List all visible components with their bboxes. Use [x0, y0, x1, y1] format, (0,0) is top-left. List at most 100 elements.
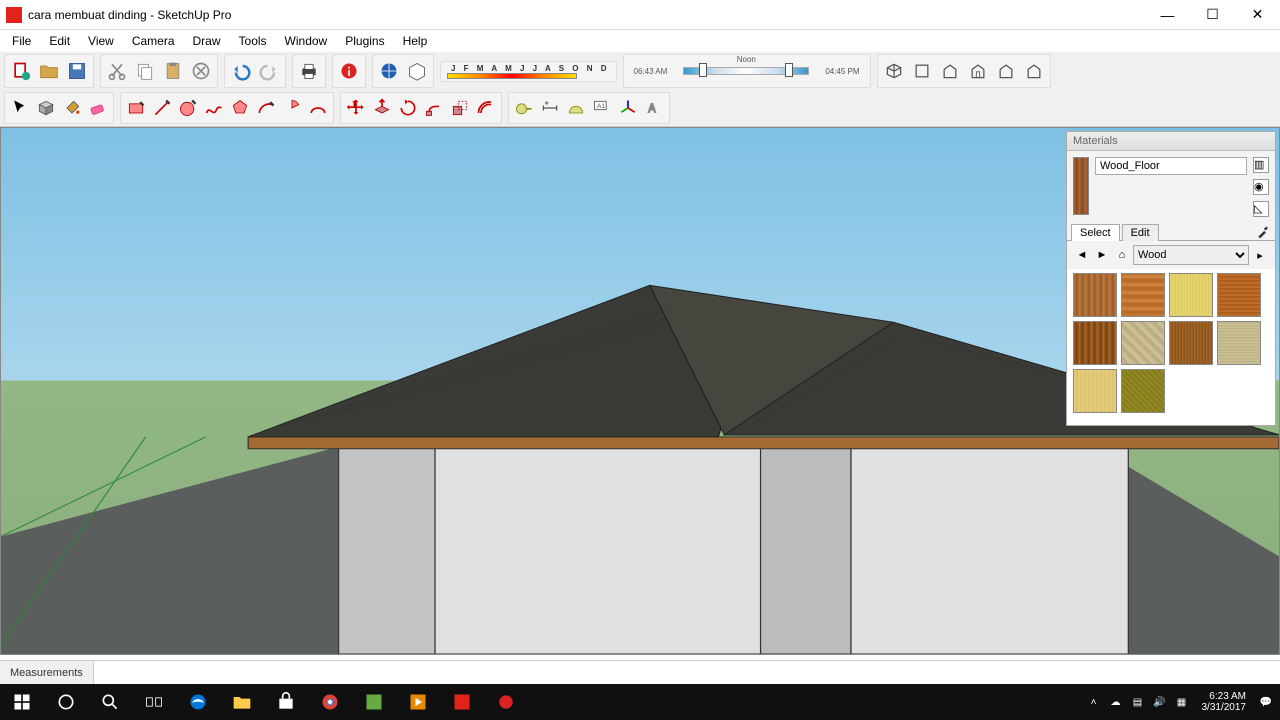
current-material-swatch[interactable] — [1073, 157, 1089, 215]
sample-paint-button[interactable] — [1255, 224, 1271, 240]
tray-language-icon[interactable]: ▦ — [1174, 694, 1190, 710]
rectangle-tool[interactable] — [123, 95, 149, 121]
iso-view-button[interactable] — [880, 57, 908, 85]
material-swatch[interactable] — [1121, 369, 1165, 413]
paste-button[interactable] — [159, 57, 187, 85]
menu-edit[interactable]: Edit — [41, 32, 78, 50]
search-button[interactable] — [88, 684, 132, 720]
maximize-button[interactable]: ☐ — [1190, 0, 1235, 30]
text-tool[interactable]: A1 — [589, 95, 615, 121]
polygon-tool[interactable] — [227, 95, 253, 121]
material-swatch[interactable] — [1073, 273, 1117, 317]
followme-tool[interactable] — [421, 95, 447, 121]
undo-button[interactable] — [227, 57, 255, 85]
freehand-tool[interactable] — [201, 95, 227, 121]
materials-tab-edit[interactable]: Edit — [1122, 224, 1159, 241]
eraser-tool[interactable] — [85, 95, 111, 121]
start-button[interactable] — [0, 684, 44, 720]
month-slider[interactable]: J F M A M J J A S O N D — [447, 64, 610, 79]
protractor-tool[interactable] — [563, 95, 589, 121]
material-swatch[interactable] — [1169, 273, 1213, 317]
material-swatch[interactable] — [1073, 321, 1117, 365]
offset-tool[interactable] — [473, 95, 499, 121]
back-view-button[interactable] — [992, 57, 1020, 85]
menu-window[interactable]: Window — [277, 32, 336, 50]
menu-file[interactable]: File — [4, 32, 39, 50]
menu-help[interactable]: Help — [395, 32, 436, 50]
taskbar-chrome[interactable] — [308, 684, 352, 720]
3pt-arc-tool[interactable] — [305, 95, 331, 121]
right-view-button[interactable] — [964, 57, 992, 85]
menu-plugins[interactable]: Plugins — [337, 32, 392, 50]
tray-chevron-up-icon[interactable]: ˄ — [1086, 694, 1102, 710]
taskbar-store[interactable] — [264, 684, 308, 720]
rotate-tool[interactable] — [395, 95, 421, 121]
axes-tool[interactable] — [615, 95, 641, 121]
create-material-button[interactable]: ◉ — [1253, 179, 1269, 195]
taskbar-recorder[interactable] — [484, 684, 528, 720]
paint-bucket-tool[interactable] — [59, 95, 85, 121]
task-view-button[interactable] — [132, 684, 176, 720]
close-button[interactable]: ✕ — [1235, 0, 1280, 30]
pie-tool[interactable] — [279, 95, 305, 121]
material-name-input[interactable] — [1095, 157, 1247, 175]
material-library-select[interactable]: Wood — [1133, 245, 1249, 265]
default-material-button[interactable]: ◺ — [1253, 201, 1269, 217]
extension-warehouse-button[interactable] — [375, 57, 403, 85]
select-tool[interactable] — [7, 95, 33, 121]
taskbar-media[interactable] — [396, 684, 440, 720]
tray-clock[interactable]: 6:23 AM 3/31/2017 — [1196, 691, 1253, 713]
model-info-button[interactable] — [335, 57, 363, 85]
cut-button[interactable] — [103, 57, 131, 85]
material-swatch[interactable] — [1073, 369, 1117, 413]
circle-tool[interactable] — [175, 95, 201, 121]
nav-home-button[interactable]: ⌂ — [1113, 246, 1131, 264]
move-tool[interactable] — [343, 95, 369, 121]
new-file-button[interactable] — [7, 57, 35, 85]
minimize-button[interactable]: — — [1145, 0, 1190, 30]
taskbar-sketchup[interactable] — [440, 684, 484, 720]
taskbar-app-green[interactable] — [352, 684, 396, 720]
left-view-button[interactable] — [1020, 57, 1048, 85]
material-swatch[interactable] — [1217, 321, 1261, 365]
material-swatch[interactable] — [1217, 273, 1261, 317]
nav-back-button[interactable]: ◄ — [1073, 246, 1091, 264]
materials-panel-title[interactable]: Materials — [1067, 132, 1275, 151]
line-tool[interactable] — [149, 95, 175, 121]
menu-camera[interactable]: Camera — [124, 32, 183, 50]
measurements-input[interactable] — [93, 661, 1280, 684]
display-secondary-pane-button[interactable]: ▥ — [1253, 157, 1269, 173]
taskbar-explorer[interactable] — [220, 684, 264, 720]
nav-forward-button[interactable]: ► — [1093, 246, 1111, 264]
material-swatch[interactable] — [1121, 273, 1165, 317]
print-button[interactable] — [295, 57, 323, 85]
tray-notifications-icon[interactable]: 💬 — [1258, 694, 1274, 710]
cortana-button[interactable] — [44, 684, 88, 720]
copy-button[interactable] — [131, 57, 159, 85]
dimensions-tool[interactable] — [537, 95, 563, 121]
material-swatch[interactable] — [1169, 321, 1213, 365]
menu-view[interactable]: View — [80, 32, 122, 50]
front-view-button[interactable] — [936, 57, 964, 85]
materials-tab-select[interactable]: Select — [1071, 224, 1120, 241]
make-component-tool[interactable] — [33, 95, 59, 121]
save-file-button[interactable] — [63, 57, 91, 85]
tray-onedrive-icon[interactable]: ☁ — [1108, 694, 1124, 710]
top-view-button[interactable] — [908, 57, 936, 85]
3d-warehouse-button[interactable] — [403, 57, 431, 85]
scale-tool[interactable] — [447, 95, 473, 121]
arc-tool[interactable] — [253, 95, 279, 121]
3d-text-tool[interactable] — [641, 95, 667, 121]
redo-button[interactable] — [255, 57, 283, 85]
tray-network-icon[interactable]: ▤ — [1130, 694, 1146, 710]
library-menu-button[interactable]: ▸ — [1251, 246, 1269, 264]
delete-button[interactable] — [187, 57, 215, 85]
menu-tools[interactable]: Tools — [231, 32, 275, 50]
material-swatch[interactable] — [1121, 321, 1165, 365]
open-file-button[interactable] — [35, 57, 63, 85]
menu-draw[interactable]: Draw — [185, 32, 229, 50]
taskbar-edge[interactable] — [176, 684, 220, 720]
tray-volume-icon[interactable]: 🔊 — [1152, 694, 1168, 710]
tape-measure-tool[interactable] — [511, 95, 537, 121]
time-slider[interactable]: Noon — [671, 57, 821, 85]
